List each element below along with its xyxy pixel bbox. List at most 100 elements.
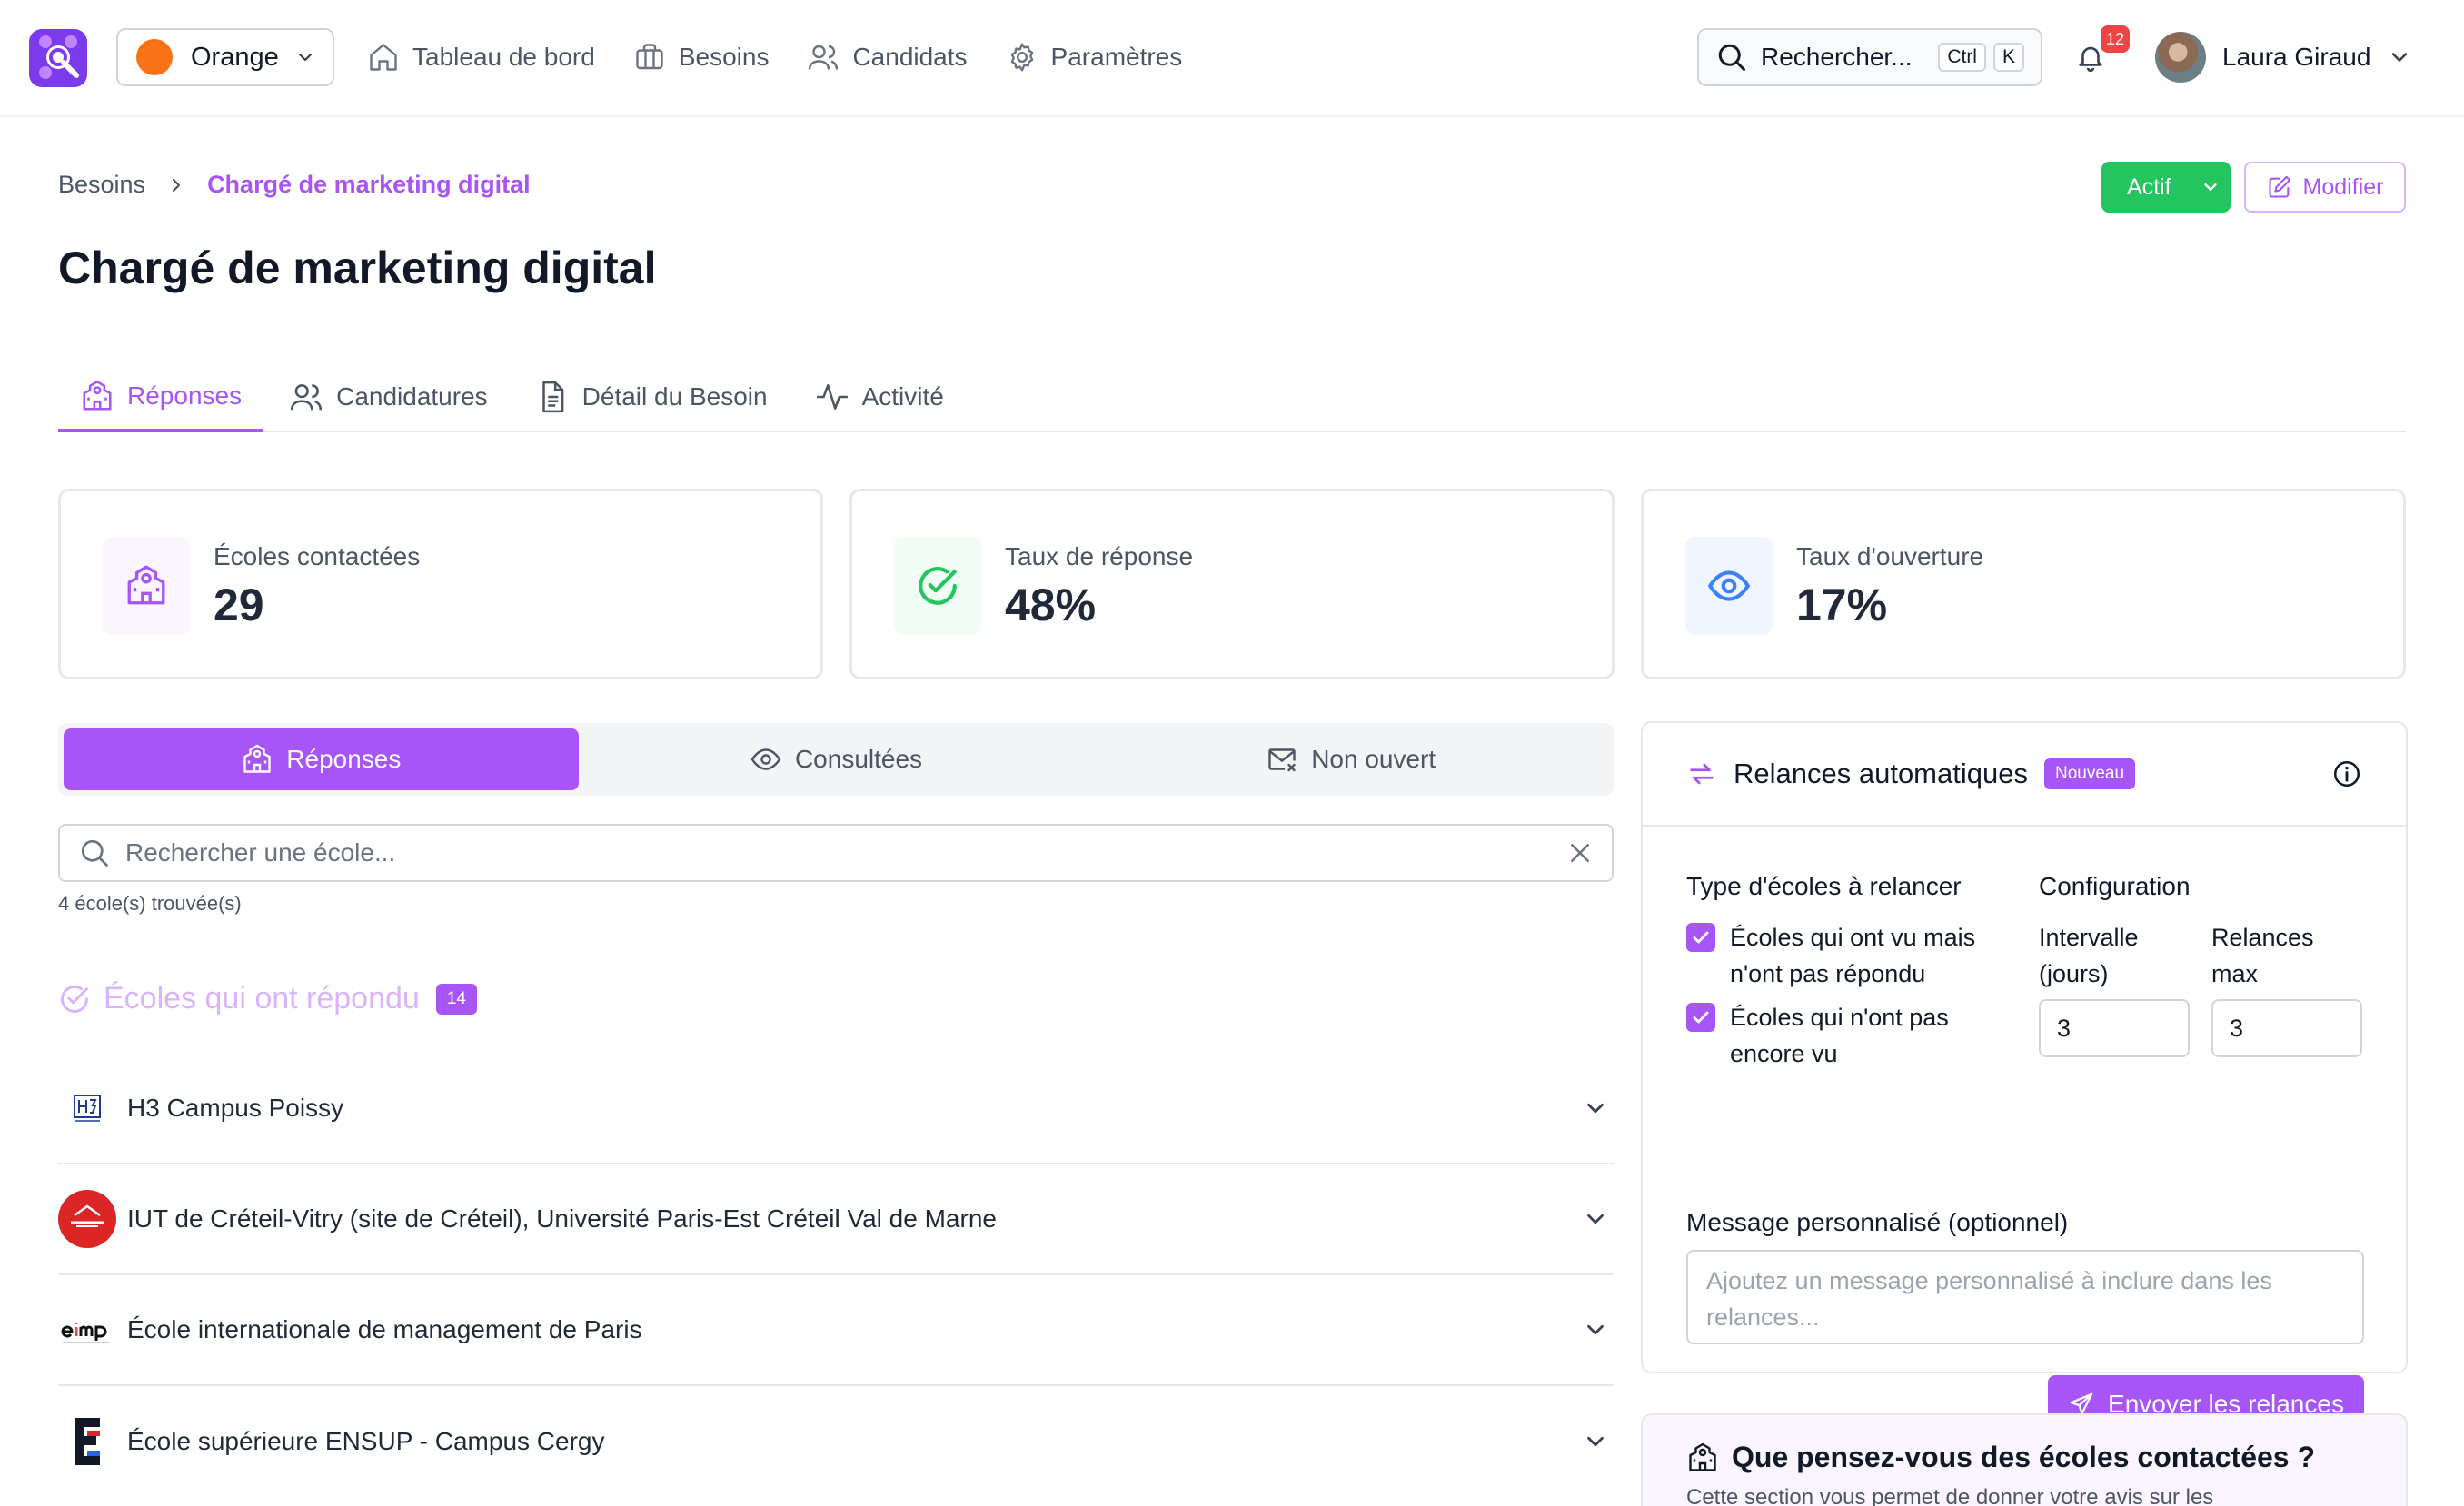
option-label-line: Écoles qui n'ont pas [1730, 1004, 1949, 1031]
stat-label: Taux de réponse [1005, 542, 1194, 570]
edit-button[interactable]: Modifier [2244, 162, 2406, 213]
organization-selector[interactable]: Orange [116, 28, 334, 86]
checkbox-checked[interactable] [1686, 1003, 1715, 1032]
nav-item-parametres[interactable]: Paramètres [1006, 41, 1182, 74]
feedback-header: Que pensez-vous des écoles contactées ? [1686, 1441, 2362, 1474]
list-item[interactable]: H3 Campus Poissy [58, 1054, 1614, 1164]
segment-label: Non ouvert [1311, 745, 1436, 773]
edit-button-label: Modifier [2302, 173, 2384, 200]
school-logo-ensup [58, 1412, 116, 1471]
school-feedback-card: Que pensez-vous des écoles contactées ? … [1641, 1413, 2408, 1506]
expand-row[interactable] [1577, 1095, 1614, 1122]
eye-icon [1708, 570, 1750, 601]
app-logo-icon[interactable] [27, 27, 89, 89]
tab-label: Détail du Besoin [581, 382, 768, 411]
responded-section-header: Écoles qui ont répondu 14 [58, 981, 477, 1016]
check-circle-icon [919, 567, 957, 605]
school-search-input[interactable]: Rechercher une école... [58, 824, 1614, 882]
breadcrumb: Besoins Chargé de marketing digital [58, 171, 531, 199]
breadcrumb-current: Chargé de marketing digital [207, 171, 531, 198]
max-reminders-input[interactable]: 3 [2211, 999, 2362, 1057]
users-icon [290, 384, 323, 411]
stat-card-taux-ouverture: Taux d'ouverture 17% [1641, 489, 2406, 679]
school-logo-h3 [58, 1079, 116, 1137]
shortcut-key-ctrl: Ctrl [1938, 43, 1986, 72]
expand-row[interactable] [1577, 1205, 1614, 1233]
home-icon [370, 44, 397, 71]
section-count-badge: 14 [435, 983, 477, 1015]
global-search-input[interactable]: Rechercher... Ctrl K [1697, 28, 2042, 86]
chevron-down-icon [1587, 1436, 1604, 1447]
document-icon [541, 381, 564, 413]
global-search-placeholder: Rechercher... [1761, 43, 1913, 71]
school-name: École supérieure ENSUP - Campus Cergy [127, 1427, 605, 1455]
info-icon[interactable] [2331, 758, 2362, 789]
max-label-line: max [2211, 960, 2259, 987]
list-item[interactable]: École internationale de management de Pa… [58, 1275, 1614, 1386]
option-seen-not-responded[interactable]: Écoles qui ont vu mais n'ont pas répondu [1686, 919, 1995, 992]
mail-x-icon [1268, 748, 1296, 772]
option-label-line: n'ont pas répondu [1730, 960, 1926, 987]
user-menu[interactable]: Laura Giraud [2155, 32, 2412, 83]
check-circle-icon [61, 985, 88, 1013]
edit-icon [2268, 175, 2290, 198]
expand-row[interactable] [1577, 1428, 1614, 1455]
page-tabs: Réponses Candidatures Détail du Besoin A… [58, 363, 2406, 432]
school-name: IUT de Créteil-Vitry (site de Créteil), … [127, 1204, 997, 1233]
chevron-down-icon [2204, 183, 2217, 191]
stat-label: Taux d'ouverture [1796, 542, 1984, 570]
search-icon [81, 839, 108, 867]
option-label-line: encore vu [1730, 1040, 1838, 1067]
max-label-line: Relances [2211, 924, 2314, 951]
option-not-seen[interactable]: Écoles qui n'ont pas encore vu [1686, 999, 1995, 1072]
status-label: Actif [2127, 173, 2171, 200]
status-dropdown-button[interactable]: Actif [2101, 162, 2231, 213]
clear-search-icon[interactable] [1566, 839, 1594, 867]
segment-non-ouvert[interactable]: Non ouvert [1093, 728, 1608, 790]
stat-icon-wrapper [103, 537, 190, 635]
avatar [2155, 32, 2206, 83]
top-navigation-bar: Orange Tableau de bord Besoins Candidats… [0, 0, 2464, 117]
nav-item-label: Tableau de bord [412, 43, 595, 71]
nav-item-besoins[interactable]: Besoins [633, 41, 769, 74]
option-label: Écoles qui n'ont pas encore vu [1730, 999, 1949, 1072]
list-item[interactable]: École supérieure ENSUP - Campus Cergy [58, 1386, 1614, 1497]
tab-detail-besoin[interactable]: Détail du Besoin [513, 363, 790, 431]
chevron-right-icon [172, 178, 181, 192]
stat-value: 17% [1796, 580, 1888, 630]
user-name: Laura Giraud [2222, 43, 2371, 71]
reminders-card-header: Relances automatiques Nouveau [1643, 723, 2406, 827]
school-icon [243, 744, 271, 773]
stat-value: 29 [214, 580, 264, 630]
list-item[interactable]: IUT de Créteil-Vitry (site de Créteil), … [58, 1164, 1614, 1275]
segment-consultees[interactable]: Consultées [579, 728, 1094, 790]
option-label-line: Écoles qui ont vu mais [1730, 924, 1976, 951]
tab-candidatures[interactable]: Candidatures [267, 363, 510, 431]
school-name: École internationale de management de Pa… [127, 1315, 642, 1343]
breadcrumb-link-besoins[interactable]: Besoins [58, 171, 145, 199]
school-logo-eimp [58, 1301, 116, 1359]
segment-label: Consultées [794, 745, 923, 773]
page-title: Chargé de marketing digital [58, 243, 657, 293]
search-results-count: 4 école(s) trouvée(s) [58, 892, 242, 915]
interval-label-line: (jours) [2039, 960, 2109, 987]
notifications-count-badge: 12 [2101, 25, 2131, 53]
organization-name: Orange [191, 42, 279, 72]
segment-reponses[interactable]: Réponses [64, 728, 579, 790]
custom-message-textarea[interactable]: Ajoutez un message personnalisé à inclur… [1686, 1250, 2364, 1344]
nav-item-candidats[interactable]: Candidats [807, 41, 968, 74]
chevron-down-icon [1587, 1324, 1604, 1335]
school-list: H3 Campus Poissy IUT de Créteil-Vitry (s… [58, 1054, 1614, 1497]
checkbox-checked[interactable] [1686, 923, 1715, 952]
tab-reponses[interactable]: Réponses [58, 363, 264, 432]
search-icon [1718, 44, 1745, 71]
message-label: Message personnalisé (optionnel) [1686, 1208, 2069, 1236]
nav-item-dashboard[interactable]: Tableau de bord [367, 41, 595, 74]
school-icon [83, 380, 112, 411]
tab-activite[interactable]: Activité [793, 363, 966, 431]
reminders-title: Relances automatiques [1734, 758, 2028, 789]
interval-days-input[interactable]: 3 [2039, 999, 2190, 1057]
main-navigation: Tableau de bord Besoins Candidats Paramè… [367, 28, 1220, 86]
refresh-arrows-icon [1690, 763, 1714, 785]
expand-row[interactable] [1577, 1316, 1614, 1343]
